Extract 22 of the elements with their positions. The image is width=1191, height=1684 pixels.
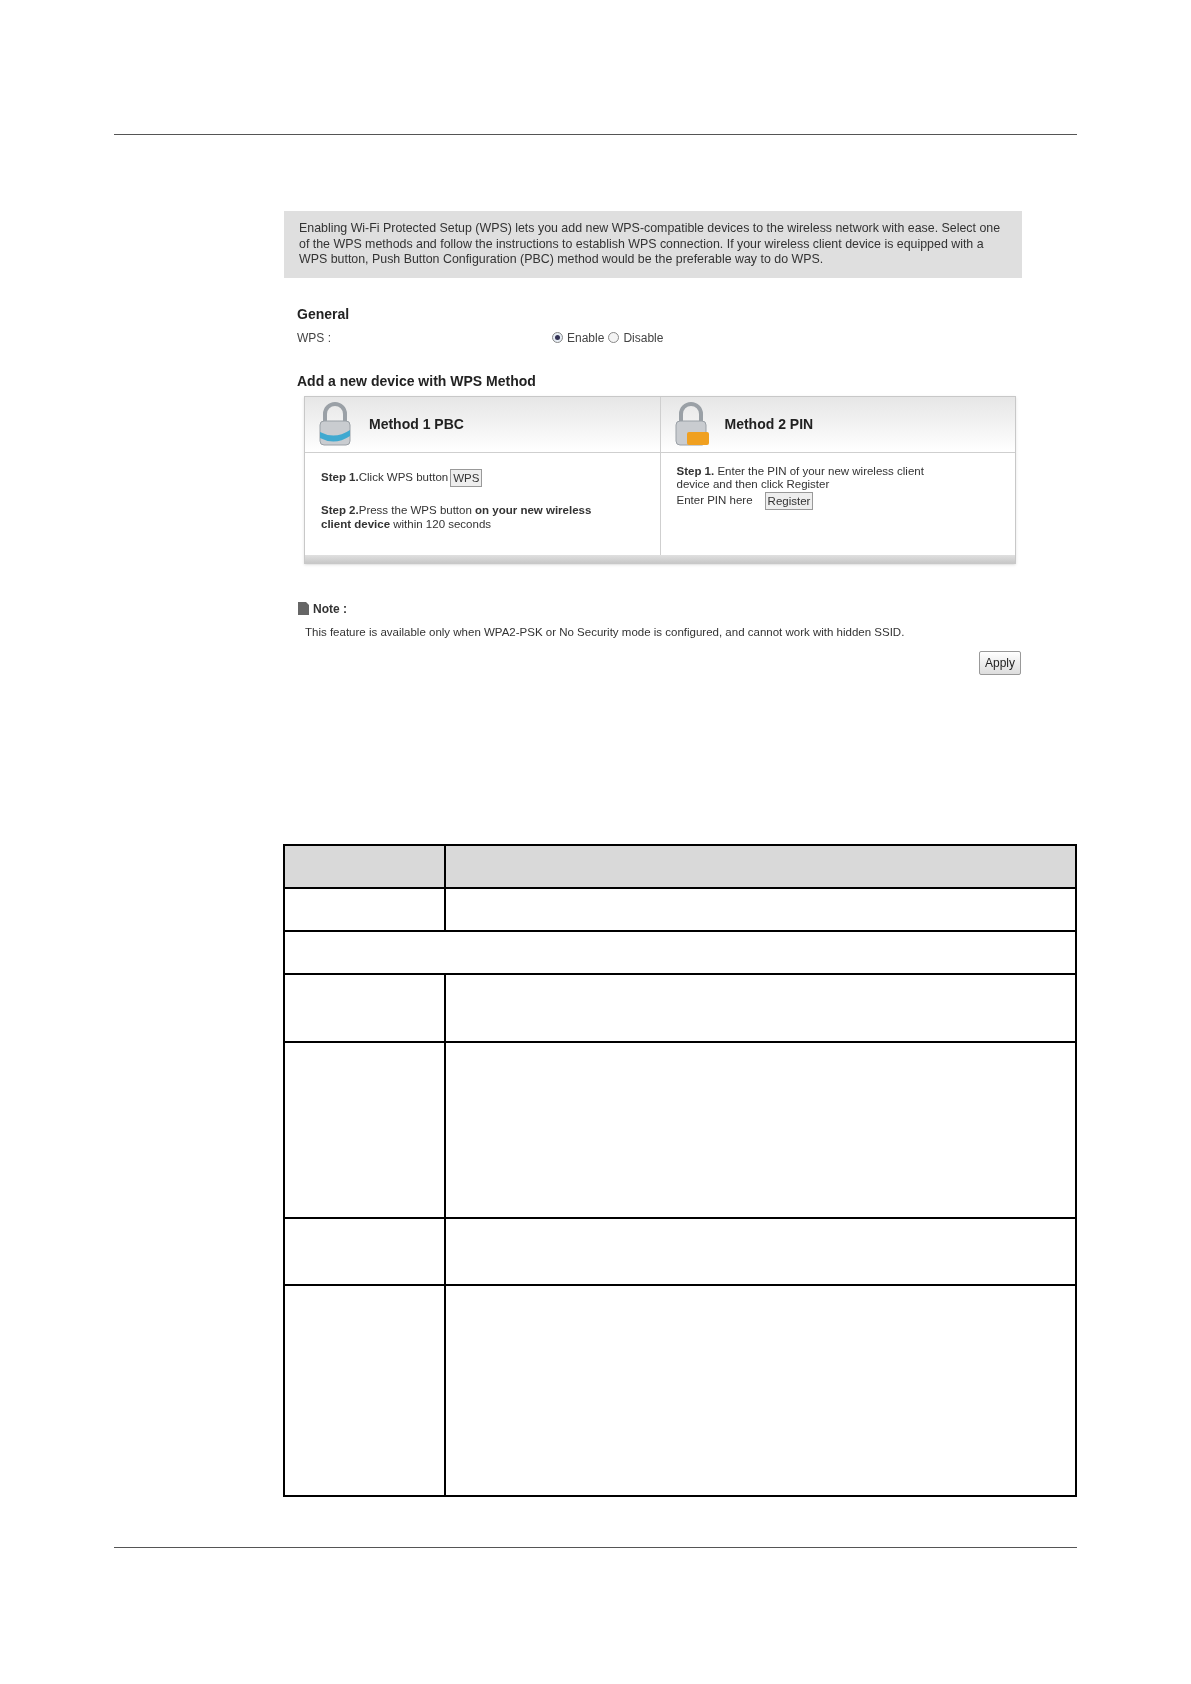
step-text: Step 2.Press the WPS button on your new wireless client device within 120 seconds xyxy=(321,502,593,531)
radio-button[interactable] xyxy=(608,332,620,343)
intro-text: Enabling Wi-Fi Protected Setup (WPS) lets you add new WPS-compatible devices to the wireless network with ease. Select one of the WPS methods and follow the instructions to establish WPS connection. If your wireless client device is equipped with a WPS button, Push Button Configuration (PBC) method would be the preferable way to do WPS. xyxy=(284,211,1022,278)
section-heading: Add a new device with WPS Method xyxy=(297,371,537,391)
wps-button[interactable]: WPS xyxy=(450,468,483,487)
section-heading: General xyxy=(297,304,351,324)
register-button[interactable]: Register xyxy=(764,491,814,510)
method-title: Method 1 PBC xyxy=(369,414,464,434)
padlock-tag-icon xyxy=(672,402,709,446)
note-text: This feature is available only when WPA2-PSK or No Security mode is configured, and cannot work with hidden SSID. xyxy=(305,624,906,640)
note-title: Note : xyxy=(313,600,347,618)
radio-label: Disable xyxy=(623,329,664,347)
radio-label: Enable xyxy=(567,329,605,347)
step-text: Step 1. Enter the PIN of your new wireless client device and then click Register xyxy=(676,464,925,491)
step-text: Step 1.Click WPS button xyxy=(321,469,449,485)
note-icon xyxy=(298,602,309,615)
padlock-icon xyxy=(317,402,353,446)
method-title: Method 2 PIN xyxy=(724,414,814,434)
apply-button[interactable]: Apply xyxy=(978,650,1021,675)
radio-button[interactable] xyxy=(552,332,563,343)
pin-label: Enter PIN here xyxy=(676,492,753,508)
field-label: WPS : xyxy=(297,329,332,347)
